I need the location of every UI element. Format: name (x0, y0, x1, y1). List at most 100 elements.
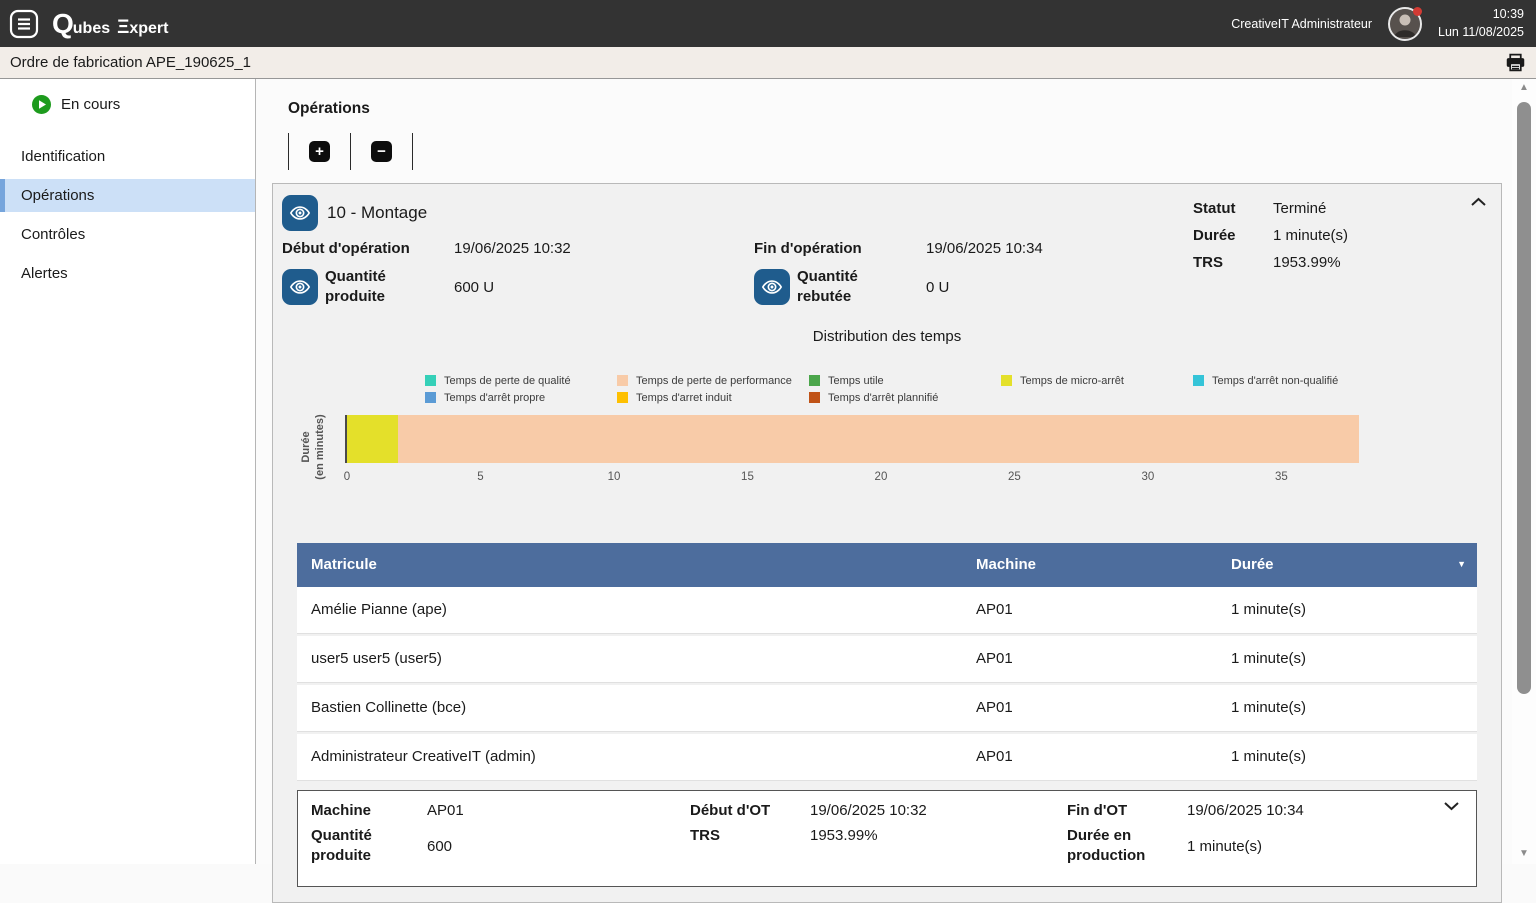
scrollbar-thumb[interactable] (1517, 102, 1531, 694)
legend-swatch-icon (617, 392, 628, 403)
sidebar-item-controles[interactable]: Contrôles (0, 218, 255, 251)
bar-segment (398, 415, 1359, 463)
top-bar: Q ubes Ξ xpert CreativeIT Administrateur… (0, 0, 1536, 47)
column-header-machine[interactable]: Machine (976, 556, 1231, 573)
duree-label: Durée (1193, 227, 1273, 244)
chart-title: Distribution des temps (273, 328, 1501, 345)
expand-machine-panel-icon[interactable] (1443, 800, 1460, 812)
quantite-rebutee-value: 0 U (926, 279, 1226, 296)
remove-operation-button[interactable]: − (371, 141, 392, 162)
legend-label: Temps d'arrêt propre (444, 392, 545, 404)
view-quantite-rebutee-button[interactable] (754, 269, 790, 305)
logo-xi: Ξ (117, 17, 129, 39)
operation-title: 10 - Montage (327, 203, 427, 223)
legend-label: Temps d'arret induit (636, 392, 732, 404)
operation-status-block: Statut Terminé Durée 1 minute(s) TRS 195… (1193, 200, 1455, 271)
legend-label: Temps utile (828, 375, 884, 387)
toolbar-separator (412, 133, 413, 170)
table-cell: Amélie Pianne (ape) (311, 601, 976, 618)
x-axis-tick: 20 (875, 471, 888, 483)
vertical-scrollbar[interactable]: ▲ ▼ (1512, 79, 1536, 864)
table-row[interactable]: Amélie Pianne (ape)AP011 minute(s) (297, 587, 1477, 634)
table-cell: 1 minute(s) (1231, 601, 1477, 618)
notification-dot (1413, 7, 1422, 16)
column-header-matricule[interactable]: Matricule (311, 556, 976, 573)
legend-label: Temps d'arrêt plannifié (828, 392, 938, 404)
sidebar: En cours Identification Opérations Contr… (0, 79, 256, 864)
trs-ot-label: TRS (690, 826, 810, 846)
table-cell: AP01 (976, 699, 1231, 716)
legend-swatch-icon (425, 375, 436, 386)
legend-item: Temps d'arrêt plannifié (809, 392, 1001, 404)
legend-swatch-icon (809, 375, 820, 386)
add-operation-button[interactable]: + (309, 141, 330, 162)
duree-value: 1 minute(s) (1273, 227, 1455, 244)
time-distribution-chart: Durée (en minutes) 05101520253035 (273, 413, 1501, 497)
table-row[interactable]: Bastien Collinette (bce)AP011 minute(s) (297, 685, 1477, 732)
sidebar-item-operations[interactable]: Opérations (0, 179, 255, 212)
debut-ot-value: 19/06/2025 10:32 (810, 802, 1067, 819)
status-label: En cours (61, 96, 120, 113)
user-avatar[interactable] (1388, 7, 1422, 41)
app-logo: Q ubes Ξ xpert (52, 8, 168, 40)
bar-segment (347, 415, 398, 463)
legend-swatch-icon (425, 392, 436, 403)
x-axis-tick: 15 (741, 471, 754, 483)
x-axis-tick: 10 (608, 471, 621, 483)
column-header-duree[interactable]: Durée (1231, 556, 1477, 573)
operators-table-body: Amélie Pianne (ape)AP011 minute(s)user5 … (297, 587, 1477, 781)
statut-value: Terminé (1273, 200, 1455, 217)
operation-card: 10 - Montage Début d'opération 19/06/202… (272, 183, 1502, 903)
table-row[interactable]: user5 user5 (user5)AP011 minute(s) (297, 636, 1477, 683)
fin-ot-value: 19/06/2025 10:34 (1187, 802, 1476, 819)
table-cell: 1 minute(s) (1231, 748, 1477, 765)
debut-ot-label: Début d'OT (690, 801, 810, 821)
sort-triangle-icon[interactable]: ▼ (1457, 559, 1466, 569)
operators-table: Matricule Machine Durée ▼ Amélie Pianne … (297, 543, 1477, 781)
debut-operation-label: Début d'opération (282, 240, 454, 257)
view-operation-button[interactable] (282, 195, 318, 231)
chart-bar (347, 415, 1493, 463)
table-cell: 1 minute(s) (1231, 650, 1477, 667)
scroll-down-icon[interactable]: ▼ (1519, 848, 1529, 859)
logo-xpert: xpert (129, 20, 168, 38)
legend-item: Temps d'arret induit (617, 392, 809, 404)
machine-label: Machine (311, 801, 427, 821)
legend-swatch-icon (1193, 375, 1204, 386)
operation-header: 10 - Montage Début d'opération 19/06/202… (273, 184, 1501, 320)
legend-item: Temps de perte de qualité (425, 375, 617, 387)
duree-production-label: Durée en production (1067, 826, 1162, 867)
machine-value: AP01 (427, 802, 690, 819)
clock-date: Lun 11/08/2025 (1438, 24, 1524, 42)
trs-label: TRS (1193, 254, 1273, 271)
menu-icon[interactable] (8, 8, 40, 40)
quantite-produite-label: Quantité produite (325, 267, 405, 308)
print-icon[interactable] (1505, 52, 1526, 73)
machine-panel: Machine AP01 Quantité produite 600 Début… (297, 790, 1477, 888)
chart-legend: Temps de perte de qualitéTemps de perte … (425, 375, 1501, 404)
legend-swatch-icon (1001, 375, 1012, 386)
legend-item: Temps d'arrêt non-qualifié (1193, 375, 1385, 387)
scroll-up-icon[interactable]: ▲ (1519, 82, 1529, 93)
fin-operation-value: 19/06/2025 10:34 (926, 240, 1226, 257)
page-title: Ordre de fabrication APE_190625_1 (10, 54, 251, 71)
legend-item: Temps de perte de performance (617, 375, 809, 387)
x-axis-tick: 25 (1008, 471, 1021, 483)
sidebar-item-alertes[interactable]: Alertes (0, 257, 255, 290)
debut-operation-value: 19/06/2025 10:32 (454, 240, 754, 257)
legend-label: Temps d'arrêt non-qualifié (1212, 375, 1338, 387)
fin-ot-label: Fin d'OT (1067, 801, 1187, 821)
quantite-rebutee-label: Quantité rebutée (797, 267, 877, 308)
legend-item: Temps d'arrêt propre (425, 392, 617, 404)
logo-q: Q (52, 8, 73, 40)
statut-label: Statut (1193, 200, 1273, 217)
x-axis-tick: 0 (344, 471, 350, 483)
table-cell: AP01 (976, 601, 1231, 618)
view-quantite-produite-button[interactable] (282, 269, 318, 305)
section-heading: Opérations (288, 100, 1536, 118)
table-row[interactable]: Administrateur CreativeIT (admin)AP011 m… (297, 734, 1477, 781)
trs-ot-value: 1953.99% (810, 827, 1067, 844)
main-content: Opérations + − 10 - Mon (256, 79, 1536, 864)
sidebar-item-identification[interactable]: Identification (0, 140, 255, 173)
collapse-operation-icon[interactable] (1470, 196, 1487, 208)
